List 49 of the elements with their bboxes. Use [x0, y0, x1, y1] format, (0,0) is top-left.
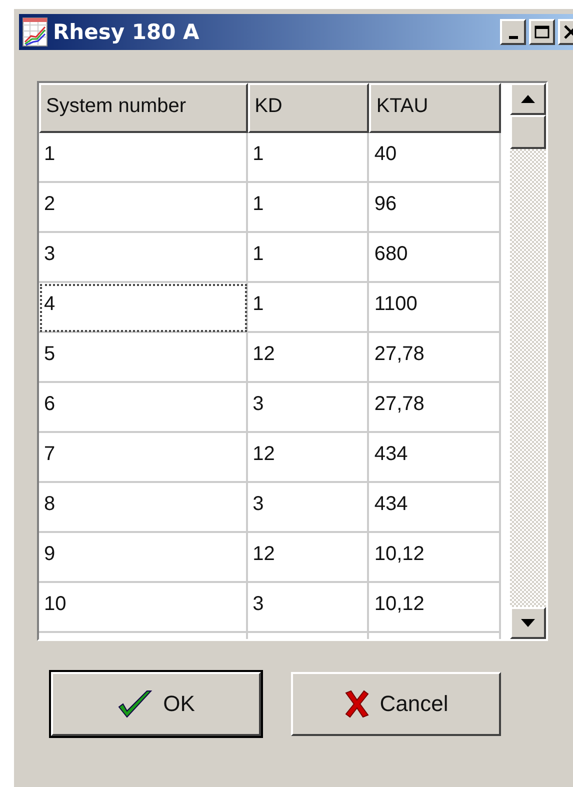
table-cell[interactable]: 3 [248, 583, 370, 633]
column-header[interactable]: KD [248, 83, 370, 133]
down-arrow-icon [521, 619, 536, 627]
table-cell[interactable]: 12 [248, 433, 370, 483]
minimize-button[interactable] [500, 19, 526, 45]
table-cell[interactable]: 3 [248, 483, 370, 533]
table-cell[interactable]: 3 [248, 383, 370, 433]
table-cell[interactable]: 40 [369, 133, 502, 183]
maximize-button[interactable] [529, 19, 555, 45]
ok-button[interactable]: OK [51, 672, 261, 736]
table-cell[interactable]: 1 [248, 133, 370, 183]
up-arrow-icon [521, 95, 536, 103]
check-icon [117, 689, 154, 719]
scroll-down-button[interactable] [510, 607, 546, 639]
table-cell[interactable]: 680 [369, 233, 502, 283]
cross-icon [344, 690, 370, 718]
table-cell[interactable]: 27,78 [369, 383, 502, 433]
table-cell[interactable]: 8 [39, 483, 248, 533]
table-cell[interactable]: 7 [39, 433, 248, 483]
table-cell[interactable]: 10,12 [369, 583, 502, 633]
table-cell[interactable]: 2 [39, 183, 248, 233]
cancel-button[interactable]: Cancel [291, 672, 501, 736]
table-cell[interactable]: 1 [39, 133, 248, 183]
table-cell[interactable]: 3 [39, 233, 248, 283]
chart-icon [22, 17, 48, 47]
minimize-icon [508, 36, 518, 38]
table-cell[interactable]: 9 [39, 533, 248, 583]
table-cell[interactable]: 10,12 [369, 533, 502, 583]
table-cell[interactable]: 4 [39, 283, 248, 333]
table-cell[interactable]: 1100 [369, 283, 502, 333]
table-cell[interactable]: 5 [39, 333, 248, 383]
table-cell[interactable]: 6 [39, 383, 248, 433]
scroll-thumb[interactable] [510, 115, 546, 149]
table-cell[interactable]: 434 [369, 433, 502, 483]
table-cell[interactable]: 1 [248, 283, 370, 333]
scrollbar[interactable] [510, 83, 546, 639]
window-title: Rhesy 180 A [53, 20, 200, 44]
table-cell[interactable]: 27,78 [369, 333, 502, 383]
maximize-icon [534, 24, 550, 40]
scroll-up-button[interactable] [510, 83, 546, 115]
table-cell[interactable]: 96 [369, 183, 502, 233]
column-header[interactable]: KTAU [369, 83, 502, 133]
table-cell[interactable]: 1 [248, 183, 370, 233]
table-cell[interactable]: 1 [248, 233, 370, 283]
table-cell[interactable]: 12 [248, 333, 370, 383]
column-header[interactable]: System number [39, 83, 248, 133]
table-cell[interactable]: 12 [248, 533, 370, 583]
table-cell[interactable]: 434 [369, 483, 502, 533]
table-cell[interactable]: 10 [39, 583, 248, 633]
